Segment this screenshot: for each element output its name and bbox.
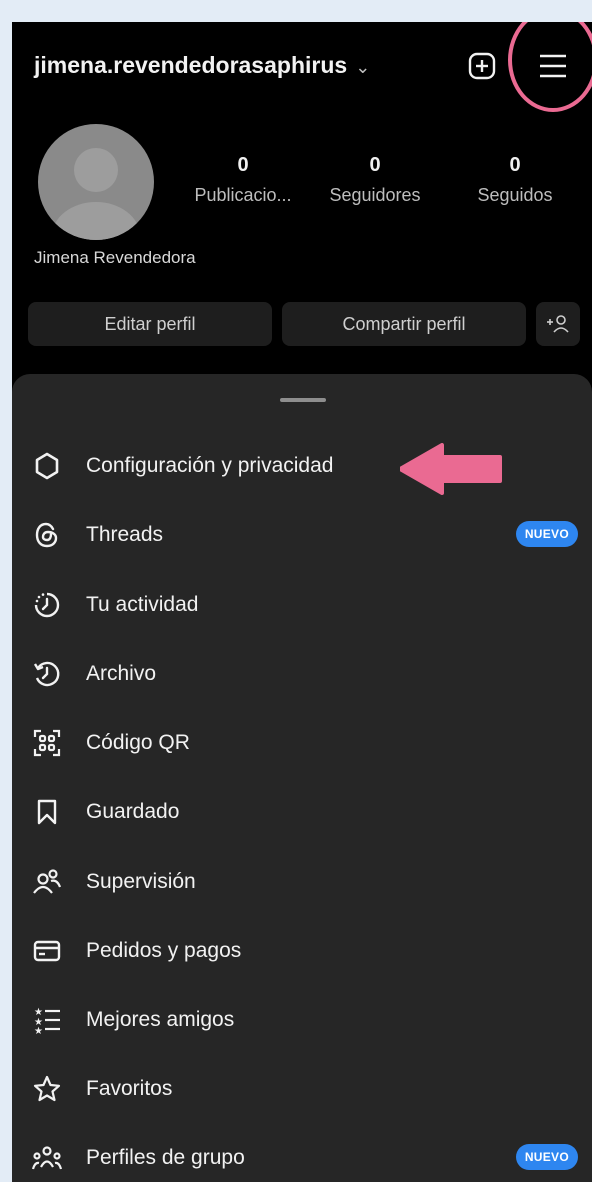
followers-stat[interactable]: 0 Seguidores bbox=[320, 154, 430, 206]
menu-item-label: Supervisión bbox=[86, 870, 196, 893]
full-name: Jimena Revendedora bbox=[34, 248, 196, 267]
settings-icon bbox=[32, 451, 62, 481]
plus-square-icon bbox=[468, 52, 496, 80]
followers-label: Seguidores bbox=[329, 185, 421, 205]
posts-label: Publicacio... bbox=[194, 185, 292, 205]
menu-item-close-friends[interactable]: ★ ★ ★ Mejores amigos bbox=[12, 992, 592, 1048]
star-icon bbox=[32, 1074, 62, 1104]
menu-item-settings[interactable]: Configuración y privacidad bbox=[12, 438, 592, 494]
menu-item-label: Guardado bbox=[86, 800, 180, 823]
top-bar: jimena.revendedorasaphirus ⌄ bbox=[12, 22, 592, 112]
menu-item-orders-payments[interactable]: Pedidos y pagos bbox=[12, 923, 592, 979]
avatar[interactable] bbox=[38, 124, 154, 240]
share-profile-button[interactable]: Compartir perfil bbox=[282, 302, 526, 346]
menu-item-label: Tu actividad bbox=[86, 593, 199, 616]
menu-item-label: Código QR bbox=[86, 731, 190, 754]
menu-item-saved[interactable]: Guardado bbox=[12, 784, 592, 840]
new-badge: NUEVO bbox=[515, 1144, 578, 1170]
posts-stat[interactable]: 0 Publicacio... bbox=[188, 154, 298, 206]
following-label: Seguidos bbox=[477, 185, 553, 205]
sheet-drag-handle[interactable] bbox=[280, 398, 326, 402]
archive-icon bbox=[32, 659, 62, 689]
default-avatar-icon bbox=[52, 148, 140, 240]
username: jimena.revendedorasaphirus bbox=[34, 52, 348, 78]
svg-text:★: ★ bbox=[34, 1026, 43, 1035]
menu-item-label: Favoritos bbox=[86, 1077, 173, 1100]
menu-item-label: Pedidos y pagos bbox=[86, 939, 242, 962]
edit-profile-button[interactable]: Editar perfil bbox=[28, 302, 272, 346]
account-switcher[interactable]: jimena.revendedorasaphirus ⌄ bbox=[34, 52, 370, 79]
new-badge: NUEVO bbox=[515, 521, 578, 547]
activity-icon bbox=[32, 590, 62, 620]
phone-screen: jimena.revendedorasaphirus⌄ 0 Publicaci bbox=[12, 22, 592, 1182]
menu-item-qr-code[interactable]: Código QR bbox=[12, 715, 592, 771]
bookmark-icon bbox=[32, 797, 62, 827]
add-person-icon bbox=[547, 315, 569, 333]
group-profiles-icon bbox=[31, 1143, 63, 1173]
menu-item-threads[interactable]: Threads NUEVO bbox=[12, 507, 592, 563]
close-friends-icon: ★ ★ ★ bbox=[32, 1005, 62, 1037]
supervision-icon bbox=[32, 867, 62, 897]
menu-item-archive[interactable]: Archivo bbox=[12, 646, 592, 702]
annotation-circle bbox=[508, 22, 592, 112]
menu-item-activity[interactable]: Tu actividad bbox=[12, 577, 592, 633]
followers-count: 0 bbox=[369, 154, 381, 176]
card-icon bbox=[32, 936, 62, 966]
create-button[interactable] bbox=[468, 52, 496, 80]
following-stat[interactable]: 0 Seguidos bbox=[460, 154, 570, 206]
menu-item-supervision[interactable]: Supervisión bbox=[12, 854, 592, 910]
options-sheet: Configuración y privacidad Threads NUEVO… bbox=[12, 374, 592, 1182]
posts-count: 0 bbox=[237, 154, 249, 176]
discover-people-button[interactable] bbox=[536, 302, 580, 346]
following-count: 0 bbox=[509, 154, 521, 176]
menu-item-label: Configuración y privacidad bbox=[86, 454, 334, 477]
menu-item-label: Mejores amigos bbox=[86, 1008, 235, 1031]
chevron-down-icon: ⌄ bbox=[355, 57, 371, 77]
menu-item-label: Archivo bbox=[86, 662, 157, 685]
menu-item-group-profiles[interactable]: Perfiles de grupo NUEVO bbox=[12, 1130, 592, 1182]
qr-code-icon bbox=[32, 728, 62, 758]
annotation-arrow-icon bbox=[400, 443, 502, 495]
menu-item-label: Perfiles de grupo bbox=[86, 1146, 245, 1169]
threads-icon bbox=[32, 520, 62, 550]
menu-item-label: Threads bbox=[86, 523, 164, 546]
menu-item-favorites[interactable]: Favoritos bbox=[12, 1061, 592, 1117]
